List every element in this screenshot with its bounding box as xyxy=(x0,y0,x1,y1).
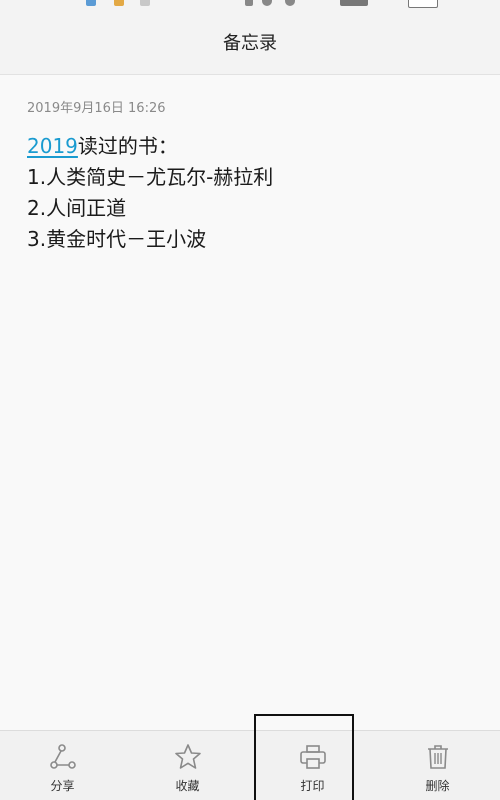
battery-icon xyxy=(408,0,438,8)
note-title-rest: 读过的书： xyxy=(77,134,178,158)
page-title: 备忘录 xyxy=(223,33,277,54)
note-content[interactable]: 2019年9月16日 16:26 2019读过的书： 1.人类简史－尤瓦尔-赫拉… xyxy=(0,75,500,730)
favorite-label: 收藏 xyxy=(175,779,200,793)
note-line: 1.人类简史－尤瓦尔-赫拉利 xyxy=(27,165,274,189)
trash-icon xyxy=(424,743,452,771)
note-line: 3.黄金时代－王小波 xyxy=(27,227,207,251)
note-title-line: 2019读过的书： xyxy=(27,131,273,162)
bottom-action-bar: 分享 收藏 打印 删除 xyxy=(0,730,500,800)
note-timestamp: 2019年9月16日 16:26 xyxy=(27,101,166,116)
note-text[interactable]: 2019读过的书： 1.人类简史－尤瓦尔-赫拉利 2.人间正道 3.黄金时代－王… xyxy=(27,131,273,255)
print-label: 打印 xyxy=(300,779,325,793)
header-bar: 备忘录 xyxy=(0,10,500,75)
star-icon xyxy=(174,743,202,771)
status-icon xyxy=(245,0,253,6)
note-line: 2.人间正道 xyxy=(27,196,127,220)
status-app-icon xyxy=(140,0,150,6)
share-icon xyxy=(49,743,77,771)
delete-label: 删除 xyxy=(425,779,450,793)
status-bar xyxy=(0,0,500,10)
delete-button[interactable]: 删除 xyxy=(375,731,500,800)
status-app-icon xyxy=(114,0,124,6)
signal-icon xyxy=(340,0,368,6)
year-link[interactable]: 2019 xyxy=(27,134,78,158)
memo-screen: 备忘录 2019年9月16日 16:26 2019读过的书： 1.人类简史－尤瓦… xyxy=(0,0,500,800)
status-icon xyxy=(262,0,272,6)
printer-icon xyxy=(299,743,327,771)
print-button[interactable]: 打印 xyxy=(250,731,375,800)
status-app-icon xyxy=(86,0,96,6)
favorite-button[interactable]: 收藏 xyxy=(125,731,250,800)
share-label: 分享 xyxy=(50,779,75,793)
share-button[interactable]: 分享 xyxy=(0,731,125,800)
status-icon xyxy=(285,0,295,6)
